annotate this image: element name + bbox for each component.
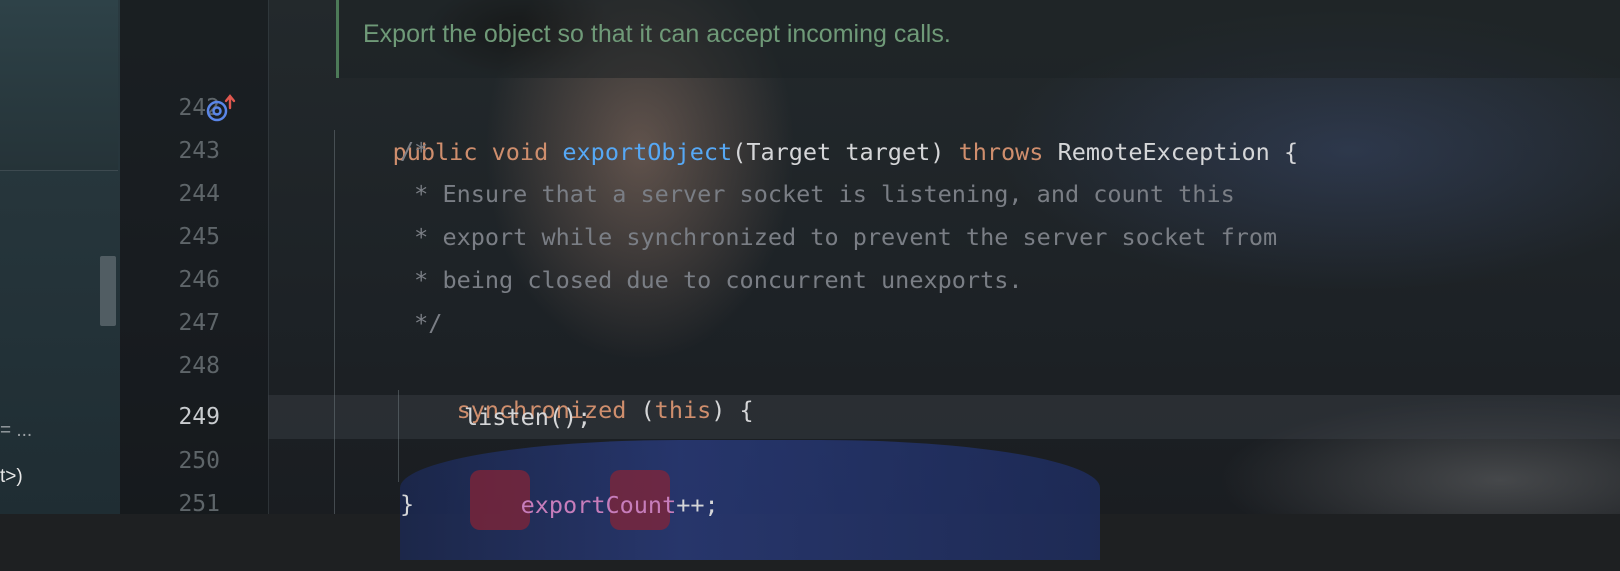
code-line-251[interactable]: } bbox=[400, 482, 414, 526]
line-number: 244 bbox=[178, 181, 220, 207]
structure-item[interactable]: = ... bbox=[0, 420, 32, 442]
line-number: 247 bbox=[178, 310, 220, 336]
code-editor[interactable]: Export the object so that it can accept … bbox=[268, 0, 1620, 519]
method-name[interactable]: exportObject bbox=[562, 138, 732, 166]
method-params: (Target target) bbox=[732, 138, 945, 166]
doc-comment-text: Export the object so that it can accept … bbox=[363, 20, 951, 48]
line-number: 251 bbox=[178, 491, 220, 517]
indent-guide bbox=[398, 390, 399, 482]
code-line-242[interactable]: public void exportObject(Target target) … bbox=[336, 86, 1299, 166]
code-line-247[interactable]: */ bbox=[400, 301, 442, 345]
exception-type: RemoteException { bbox=[1057, 138, 1299, 166]
line-number: 250 bbox=[178, 448, 220, 474]
line-number: 248 bbox=[178, 353, 220, 379]
project-panel-header bbox=[0, 0, 118, 171]
code-line-244[interactable]: * Ensure that a server socket is listeni… bbox=[400, 172, 1235, 216]
code-line-250[interactable]: exportCount++; bbox=[464, 439, 719, 519]
line-number-gutter[interactable]: 242 243 244 245 246 247 248 249 250 251 bbox=[120, 0, 269, 517]
project-panel: = ... t>) bbox=[0, 0, 120, 514]
code-line-249[interactable]: listen(); bbox=[464, 395, 591, 439]
structure-item[interactable]: t>) bbox=[0, 466, 23, 488]
increment-op: ++; bbox=[676, 491, 719, 519]
paren-close: ) { bbox=[711, 396, 754, 424]
keyword-void: void bbox=[491, 138, 549, 166]
implements-method-up-arrow-icon[interactable] bbox=[206, 94, 236, 124]
keyword-throws: throws bbox=[958, 138, 1044, 166]
panel-scrollbar-thumb[interactable] bbox=[100, 256, 116, 326]
rendered-doc-comment[interactable]: Export the object so that it can accept … bbox=[336, 0, 1620, 78]
code-line-248[interactable]: synchronized (this) { bbox=[400, 344, 754, 424]
keyword-this: this bbox=[654, 396, 712, 424]
line-number: 245 bbox=[178, 224, 220, 250]
code-line-243[interactable]: /* bbox=[400, 129, 428, 173]
indent-guide bbox=[334, 130, 335, 514]
line-number: 246 bbox=[178, 267, 220, 293]
line-number: 243 bbox=[178, 138, 220, 164]
code-line-245[interactable]: * export while synchronized to prevent t… bbox=[400, 215, 1277, 259]
paren-open: ( bbox=[626, 396, 655, 424]
code-line-246[interactable]: * being closed due to concurrent unexpor… bbox=[400, 258, 1022, 302]
field-exportCount[interactable]: exportCount bbox=[521, 491, 677, 519]
line-number-current: 249 bbox=[178, 404, 220, 430]
